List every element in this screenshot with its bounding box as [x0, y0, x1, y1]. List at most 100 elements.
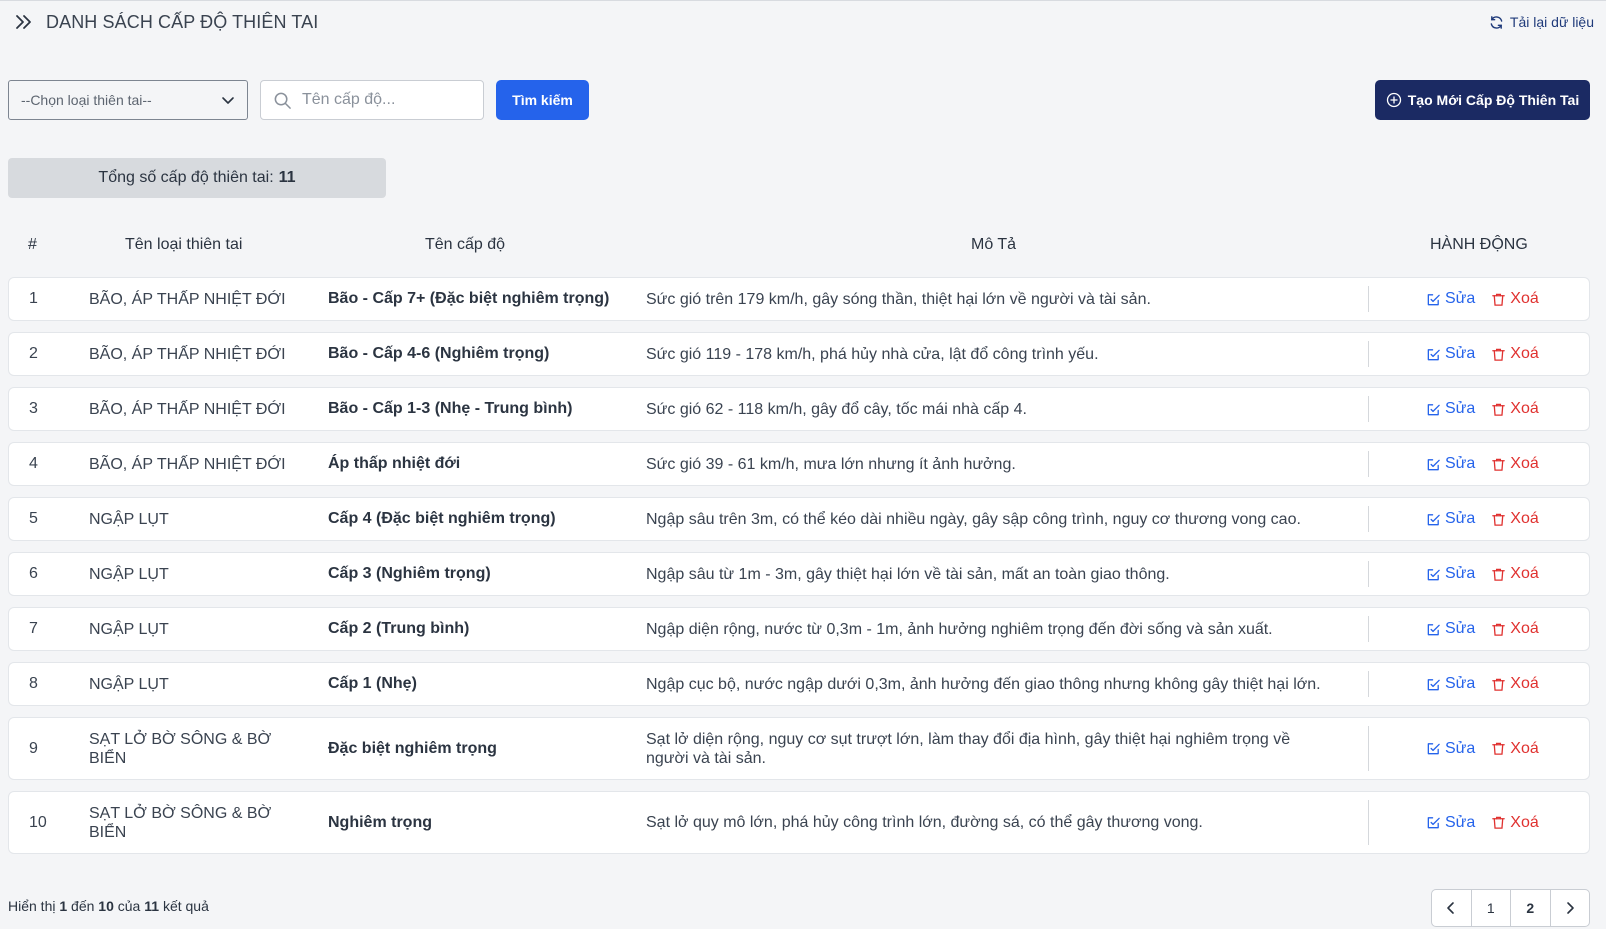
- column-divider: [1368, 561, 1369, 587]
- disaster-type-select[interactable]: --Chọn loại thiên tai--: [8, 80, 248, 120]
- page-button-1[interactable]: 1: [1472, 890, 1511, 926]
- trash-icon: [1492, 403, 1506, 416]
- row-index: 6: [29, 565, 38, 582]
- edit-button[interactable]: Sửa: [1426, 345, 1475, 363]
- edit-icon: [1427, 293, 1440, 305]
- search-input[interactable]: [302, 91, 472, 109]
- edit-button[interactable]: Sửa: [1426, 565, 1475, 583]
- edit-button[interactable]: Sửa: [1426, 400, 1475, 418]
- edit-label: Sửa: [1445, 739, 1476, 757]
- row-index: 10: [29, 813, 47, 831]
- table-row: 1 BÃO, ÁP THẤP NHIỆT ĐỚI Bão - Cấp 7+ (Đ…: [8, 277, 1590, 321]
- table-row: 7 NGẬP LỤT Cấp 2 (Trung bình) Ngập diện …: [8, 607, 1590, 651]
- row-index: 2: [29, 345, 38, 362]
- table-row: 10 SẠT LỞ BỜ SÔNG & BỜ BIỂN Nghiêm trọng…: [8, 791, 1590, 854]
- edit-icon: [1427, 817, 1440, 829]
- create-level-button[interactable]: Tạo Mới Cấp Độ Thiên Tai: [1375, 80, 1590, 120]
- column-divider: [1368, 800, 1369, 845]
- delete-label: Xoá: [1510, 400, 1539, 417]
- delete-button[interactable]: Xoá: [1491, 814, 1539, 832]
- search-icon: [274, 92, 291, 109]
- column-divider: [1368, 341, 1369, 367]
- delete-label: Xoá: [1510, 620, 1539, 637]
- delete-label: Xoá: [1510, 675, 1539, 692]
- chevron-right-icon: [1566, 902, 1574, 914]
- row-level-name: Áp thấp nhiệt đới: [328, 455, 461, 472]
- trash-icon: [1492, 348, 1506, 361]
- table-header: # Tên loại thiên tai Tên cấp độ Mô Tả HÀ…: [8, 236, 1590, 256]
- edit-button[interactable]: Sửa: [1426, 740, 1475, 758]
- edit-button[interactable]: Sửa: [1426, 620, 1475, 638]
- page-title: DANH SÁCH CẤP ĐỘ THIÊN TAI: [46, 11, 319, 32]
- pagination-summary: Hiển thị 1 đến 10 của 11 kết quả: [8, 898, 209, 914]
- total-value: 11: [278, 169, 296, 186]
- trash-icon: [1492, 623, 1506, 636]
- delete-button[interactable]: Xoá: [1491, 565, 1539, 583]
- summary-suffix: kết quả: [162, 898, 209, 914]
- row-disaster-type: BÃO, ÁP THẤP NHIỆT ĐỚI: [89, 400, 286, 418]
- delete-button[interactable]: Xoá: [1491, 740, 1539, 758]
- page-button-2[interactable]: 2: [1511, 890, 1551, 926]
- delete-button[interactable]: Xoá: [1491, 620, 1539, 638]
- page-header: DANH SÁCH CẤP ĐỘ THIÊN TAI Tải lại dữ li…: [12, 8, 1594, 36]
- level-search-field[interactable]: [260, 80, 484, 120]
- summary-from: 1: [59, 898, 68, 914]
- delete-button[interactable]: Xoá: [1491, 675, 1539, 693]
- edit-icon: [1427, 403, 1440, 415]
- edit-button[interactable]: Sửa: [1426, 510, 1475, 528]
- row-index: 9: [29, 739, 38, 757]
- summary-prefix: Hiển thị: [8, 898, 56, 914]
- delete-button[interactable]: Xoá: [1491, 510, 1539, 528]
- reload-data-button[interactable]: Tải lại dữ liệu: [1489, 14, 1594, 30]
- row-description: Ngập diện rộng, nước từ 0,3m - 1m, ảnh h…: [646, 620, 1273, 638]
- row-disaster-type: BÃO, ÁP THẤP NHIỆT ĐỚI: [89, 455, 286, 473]
- edit-label: Sửa: [1445, 675, 1476, 692]
- next-page-button[interactable]: [1551, 890, 1590, 926]
- delete-label: Xoá: [1510, 290, 1539, 307]
- edit-label: Sửa: [1445, 565, 1476, 582]
- delete-button[interactable]: Xoá: [1491, 290, 1539, 308]
- table-row: 5 NGẬP LỤT Cấp 4 (Đặc biệt nghiêm trọng)…: [8, 497, 1590, 541]
- pagination: 1 2: [1431, 889, 1590, 927]
- edit-button[interactable]: Sửa: [1426, 290, 1475, 308]
- delete-button[interactable]: Xoá: [1491, 400, 1539, 418]
- edit-icon: [1427, 623, 1440, 635]
- select-value: --Chọn loại thiên tai--: [21, 92, 152, 108]
- delete-button[interactable]: Xoá: [1491, 455, 1539, 473]
- previous-page-button[interactable]: [1432, 890, 1472, 926]
- edit-button[interactable]: Sửa: [1426, 675, 1475, 693]
- delete-label: Xoá: [1510, 510, 1539, 527]
- row-level-name: Đặc biệt nghiêm trọng: [328, 739, 497, 757]
- row-description: Ngập cục bộ, nước ngập dưới 0,3m, ảnh hư…: [646, 675, 1321, 693]
- delete-button[interactable]: Xoá: [1491, 345, 1539, 363]
- delete-label: Xoá: [1510, 565, 1539, 582]
- edit-icon: [1427, 743, 1440, 755]
- summary-to: 10: [98, 898, 114, 914]
- chevron-left-icon: [1447, 902, 1455, 914]
- row-index: 3: [29, 400, 38, 417]
- row-disaster-type: BÃO, ÁP THẤP NHIỆT ĐỚI: [89, 345, 286, 363]
- search-button[interactable]: Tìm kiếm: [496, 80, 589, 120]
- row-level-name: Nghiêm trọng: [328, 813, 432, 831]
- column-divider: [1368, 616, 1369, 642]
- row-actions: Sửa Xoá: [1426, 333, 1576, 375]
- edit-label: Sửa: [1445, 290, 1476, 307]
- summary-to-word: đến: [71, 898, 95, 914]
- edit-icon: [1427, 513, 1440, 525]
- column-header-type: Tên loại thiên tai: [125, 236, 243, 253]
- row-disaster-type: NGẬP LỤT: [89, 620, 169, 638]
- double-chevron-right-icon[interactable]: [12, 10, 36, 34]
- trash-icon: [1492, 742, 1506, 755]
- row-description: Sức gió 39 - 61 km/h, mưa lớn nhưng ít ả…: [646, 455, 1016, 473]
- reload-label: Tải lại dữ liệu: [1509, 14, 1594, 30]
- column-header-level: Tên cấp độ: [425, 236, 506, 253]
- edit-button[interactable]: Sửa: [1426, 814, 1475, 832]
- column-divider: [1368, 671, 1369, 697]
- edit-label: Sửa: [1445, 400, 1476, 417]
- edit-icon: [1427, 458, 1440, 470]
- row-description: Sức gió trên 179 km/h, gây sóng thần, th…: [646, 290, 1151, 308]
- row-description: Ngập sâu trên 3m, có thể kéo dài nhiều n…: [646, 510, 1301, 528]
- edit-button[interactable]: Sửa: [1426, 455, 1475, 473]
- trash-icon: [1492, 568, 1506, 581]
- column-header-description: Mô Tả: [971, 236, 1017, 253]
